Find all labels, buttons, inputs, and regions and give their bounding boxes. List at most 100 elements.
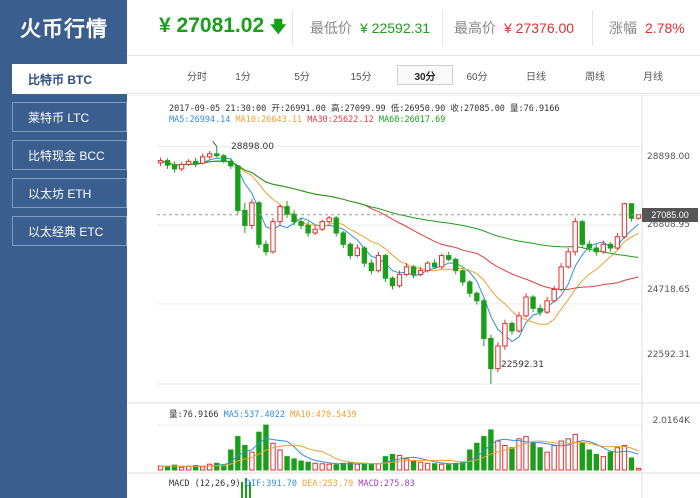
- volume-bar: [312, 462, 318, 471]
- period-tabs: 分时 1分 5分 15分 30分 60分 日线 周线 月线: [127, 56, 700, 94]
- price-header: ¥ 27081.02 🡇 最低价 ¥ 22592.31 最高价 ¥ 27376.00…: [127, 0, 700, 56]
- candle-body: [593, 247, 599, 253]
- dif-value: DIF:391.70: [245, 479, 297, 489]
- candle-body: [368, 262, 375, 272]
- candle-body: [354, 247, 361, 257]
- candle-body: [298, 221, 304, 226]
- candle-body: [382, 255, 389, 279]
- volume-bar: [235, 436, 241, 471]
- divider: [592, 10, 593, 46]
- volume-bar: [572, 433, 578, 471]
- candle-body: [431, 262, 438, 268]
- candle-body: [628, 203, 635, 219]
- macd-legend: MACD (12,26,9) DIF:391.70 DEA:253.79 MAC…: [169, 479, 415, 489]
- max-marker: [212, 141, 218, 147]
- candle-body: [460, 270, 466, 283]
- volume-bar: [354, 463, 361, 471]
- candle-body: [277, 206, 283, 223]
- ohlc-info: 2017-09-05 21:30:00 开:26991.00 高:27099.9…: [169, 104, 560, 114]
- max-price-label: 28898.00: [231, 142, 274, 152]
- candle-body: [600, 243, 607, 253]
- candle-body: [214, 153, 220, 157]
- tab-weekly[interactable]: 周线: [567, 65, 623, 85]
- candle-body: [565, 251, 571, 268]
- volume-bar: [431, 463, 438, 471]
- volume-bar: [277, 449, 283, 471]
- volume-bar: [417, 461, 424, 471]
- candle-body: [417, 270, 424, 275]
- volume-bar: [593, 453, 599, 471]
- volume-bar: [242, 445, 248, 471]
- volume-bar: [291, 458, 297, 471]
- dea-value: DEA:253.79: [302, 479, 354, 489]
- tab-30min[interactable]: 30分: [397, 65, 453, 85]
- y-tick-label: 22592.31: [647, 350, 690, 360]
- ma10-line: [160, 160, 639, 325]
- candle-body: [291, 213, 297, 223]
- coin-item-eth[interactable]: 以太坊 ETH: [12, 178, 127, 208]
- high-price-value: ¥ 27376.00: [504, 20, 575, 36]
- candle-body: [305, 224, 311, 234]
- kline-svg: [127, 95, 700, 498]
- tab-5min[interactable]: 5分: [274, 65, 330, 85]
- coin-item-etc[interactable]: 以太经典 ETC: [12, 216, 127, 246]
- tab-1min[interactable]: 1分: [215, 65, 271, 85]
- volume-bar: [249, 451, 255, 471]
- volume-bar: [298, 460, 304, 471]
- coin-list: 比特币 BTC 莱特币 LTC 比特现金 BCC 以太坊 ETH 以太经典 ET…: [0, 64, 127, 246]
- candle-body: [333, 217, 339, 234]
- candle-body: [438, 255, 445, 268]
- volume-bar: [516, 438, 522, 471]
- candle-body: [157, 160, 164, 164]
- candle-body: [537, 307, 543, 313]
- candle-body: [467, 281, 473, 294]
- candle-body: [474, 292, 480, 302]
- candle-body: [284, 206, 290, 215]
- candle-body: [579, 221, 585, 245]
- volume-bar: [530, 442, 536, 471]
- candle-body: [171, 164, 178, 170]
- volume-legend: 量:76.9166 MA5:537.4022 MA10:470.5439: [169, 408, 357, 420]
- ma10-value: MA10:26643.11: [235, 115, 303, 125]
- current-price-value: 27081.02: [176, 14, 265, 37]
- tab-15min[interactable]: 15分: [333, 65, 389, 85]
- coin-item-ltc[interactable]: 莱特币 LTC: [12, 102, 127, 132]
- volume-bar: [635, 467, 642, 471]
- tab-60min[interactable]: 60分: [449, 65, 505, 85]
- candle-body: [185, 160, 192, 165]
- candle-body: [481, 300, 487, 339]
- app-title: 火币行情: [20, 18, 108, 41]
- candle-body: [270, 221, 276, 253]
- volume-bar: [207, 463, 213, 471]
- volume-bar: [284, 456, 290, 471]
- candle-body: [488, 337, 494, 370]
- volume-bar: [579, 442, 585, 471]
- volume-bar: [586, 449, 592, 471]
- kline-chart[interactable]: 2017-09-05 21:30:00 开:26991.00 高:27099.9…: [127, 95, 700, 498]
- candle-body: [424, 262, 431, 272]
- candle-body: [558, 266, 564, 290]
- ma30-value: MA30:25622.12: [307, 115, 374, 125]
- candle-body: [516, 315, 522, 332]
- high-price-label: 最高价: [454, 20, 496, 36]
- candle-body: [178, 163, 185, 170]
- coin-item-btc[interactable]: 比特币 BTC: [12, 64, 127, 94]
- vol-ma10-value: MA10:470.5439: [290, 410, 357, 420]
- tab-monthly[interactable]: 月线: [625, 65, 681, 85]
- volume-bar: [509, 447, 515, 471]
- volume-bar: [333, 464, 339, 471]
- low-price-value: ¥ 22592.31: [360, 20, 431, 36]
- volume-bar: [481, 436, 487, 471]
- candle-body: [312, 228, 318, 234]
- candle-body: [347, 243, 353, 257]
- macd-title: MACD (12,26,9): [169, 479, 241, 489]
- volume-bar: [305, 461, 311, 471]
- coin-item-bcc[interactable]: 比特现金 BCC: [12, 140, 127, 170]
- candle-body: [340, 232, 346, 245]
- candle-body: [453, 258, 459, 272]
- ma5-line: [160, 157, 639, 343]
- candle-body: [389, 277, 396, 287]
- tab-daily[interactable]: 日线: [508, 65, 564, 85]
- candle-body: [495, 345, 501, 370]
- volume-bar: [375, 463, 382, 471]
